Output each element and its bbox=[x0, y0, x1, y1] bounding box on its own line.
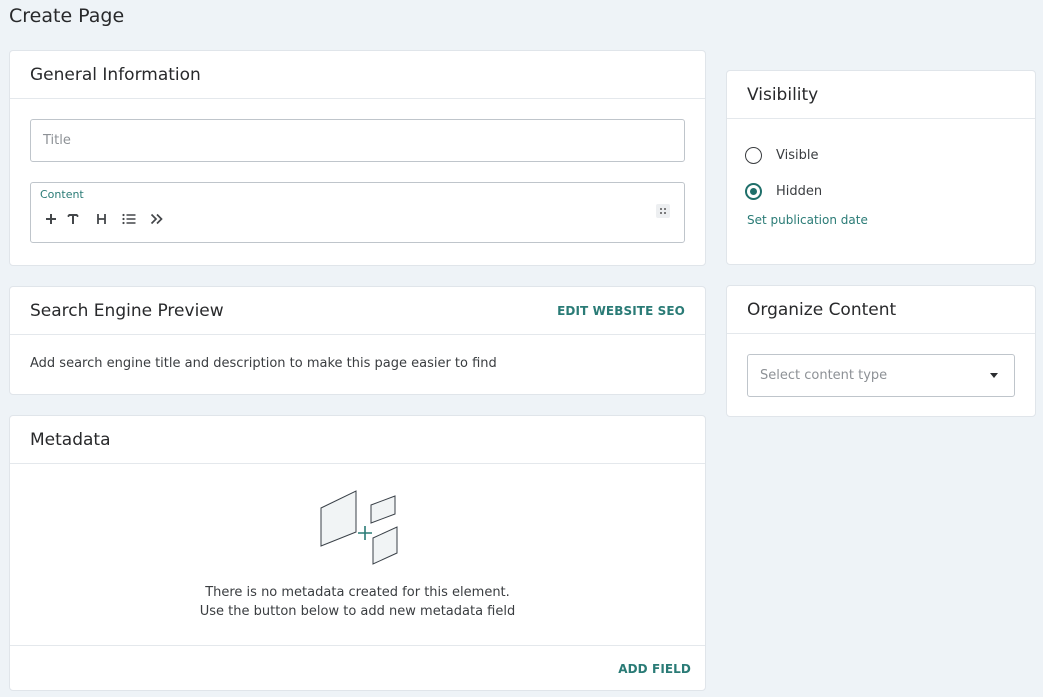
general-information-title: General Information bbox=[30, 64, 201, 85]
visibility-option-visible[interactable]: Visible bbox=[745, 147, 818, 164]
content-editor[interactable]: Content bbox=[30, 182, 685, 243]
metadata-title: Metadata bbox=[30, 429, 111, 450]
page-title: Create Page bbox=[9, 5, 125, 27]
hidden-radio[interactable] bbox=[745, 183, 762, 200]
visible-radio[interactable] bbox=[745, 147, 762, 164]
organize-content-card: Organize Content Select content type bbox=[726, 285, 1036, 417]
empty-metadata-line-2: Use the button below to add new metadata… bbox=[199, 604, 516, 619]
empty-metadata-message: There is no metadata created for this el… bbox=[10, 583, 705, 621]
text-icon[interactable] bbox=[62, 208, 84, 230]
visibility-card: Visibility Visible Hidden Set publicatio… bbox=[726, 70, 1036, 265]
hidden-label: Hidden bbox=[776, 184, 823, 199]
edit-website-seo-link[interactable]: EDIT WEBSITE SEO bbox=[557, 304, 685, 318]
organize-content-title: Organize Content bbox=[747, 299, 897, 320]
content-type-select[interactable]: Select content type bbox=[747, 354, 1015, 397]
search-engine-preview-title: Search Engine Preview bbox=[30, 300, 224, 321]
content-type-placeholder: Select content type bbox=[760, 368, 888, 383]
drag-handle-icon[interactable] bbox=[656, 204, 670, 218]
organize-content-header: Organize Content bbox=[727, 286, 1035, 334]
visibility-title: Visibility bbox=[747, 84, 819, 105]
metadata-footer: ADD FIELD bbox=[10, 645, 705, 691]
seo-description: Add search engine title and description … bbox=[30, 356, 497, 371]
search-engine-preview-card: Search Engine Preview EDIT WEBSITE SEO A… bbox=[9, 286, 706, 395]
plus-icon[interactable] bbox=[40, 208, 62, 230]
double-chevron-icon[interactable] bbox=[146, 208, 168, 230]
general-information-header: General Information bbox=[10, 51, 705, 99]
visible-label: Visible bbox=[776, 148, 819, 163]
chevron-down-icon bbox=[990, 373, 998, 378]
title-placeholder: Title bbox=[43, 133, 71, 148]
list-icon[interactable] bbox=[118, 208, 140, 230]
visibility-option-hidden[interactable]: Hidden bbox=[745, 183, 822, 200]
add-field-button[interactable]: ADD FIELD bbox=[618, 662, 691, 676]
visibility-header: Visibility bbox=[727, 71, 1035, 119]
metadata-card: Metadata There is no metadata created fo… bbox=[9, 415, 706, 691]
empty-metadata-illustration-icon bbox=[318, 488, 410, 572]
editor-toolbar bbox=[40, 208, 168, 230]
search-engine-preview-header: Search Engine Preview EDIT WEBSITE SEO bbox=[10, 287, 705, 335]
title-input[interactable]: Title bbox=[30, 119, 685, 162]
general-information-card: General Information Title Content bbox=[9, 50, 706, 266]
set-publication-date-link[interactable]: Set publication date bbox=[747, 213, 868, 227]
metadata-header: Metadata bbox=[10, 416, 705, 464]
empty-metadata-line-1: There is no metadata created for this el… bbox=[205, 585, 510, 600]
heading-icon[interactable] bbox=[90, 208, 112, 230]
content-label: Content bbox=[40, 188, 84, 201]
